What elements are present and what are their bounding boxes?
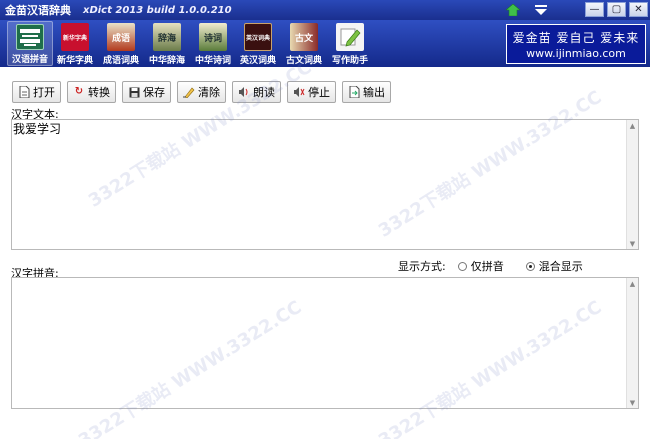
pinyin-scrollbar[interactable]: ▲ ▼ — [626, 278, 638, 408]
nav-item-cihai[interactable]: 辞海 中华辞海 — [144, 21, 190, 66]
open-button[interactable]: 打开 — [12, 81, 61, 103]
brand-url: www.ijinmiao.com — [526, 47, 626, 60]
open-icon — [18, 86, 30, 98]
nav-label: 中华诗词 — [194, 56, 231, 66]
xinhua-dictionary-icon: 新华字典 — [61, 23, 89, 51]
nav-label: 新华字典 — [56, 56, 93, 66]
nav-label: 成语词典 — [102, 56, 139, 66]
speak-label: 朗读 — [253, 86, 275, 99]
close-button[interactable]: ✕ — [629, 2, 648, 17]
title-bar: 金苗汉语辞典 xDict 2013 build 1.0.0.210 — ▢ ✕ — [0, 0, 650, 20]
convert-icon: ↻ — [74, 86, 84, 97]
minimize-icon: — — [589, 3, 600, 15]
export-icon — [348, 86, 360, 98]
stop-label: 停止 — [308, 86, 330, 99]
nav-item-classical[interactable]: 古文 古文词典 — [281, 21, 327, 66]
nav-label: 英汉词典 — [239, 56, 276, 66]
maximize-button[interactable]: ▢ — [607, 2, 626, 17]
menu-dropdown-icon[interactable] — [533, 3, 549, 17]
clear-icon — [183, 86, 195, 98]
classical-dictionary-icon: 古文 — [290, 23, 318, 51]
export-label: 输出 — [363, 86, 385, 99]
clear-button[interactable]: 清除 — [177, 81, 226, 103]
nav-item-poetry[interactable]: 诗词 中华诗词 — [190, 21, 236, 66]
radio-label: 混合显示 — [538, 260, 583, 273]
home-icon[interactable] — [505, 3, 521, 17]
radio-label: 仅拼音 — [470, 260, 504, 273]
radio-checked-icon — [525, 261, 535, 271]
nav-item-idiom[interactable]: 成语 成语词典 — [98, 21, 144, 66]
chinese-text-value: 我爱学习 — [13, 122, 62, 136]
save-icon — [128, 86, 140, 98]
clear-label: 清除 — [198, 86, 220, 99]
writing-assistant-icon — [336, 23, 364, 51]
poetry-icon: 诗词 — [199, 23, 227, 51]
maximize-icon: ▢ — [611, 3, 622, 15]
nav-item-xinhua[interactable]: 新华字典 新华字典 — [52, 21, 98, 66]
display-mode-label: 显示方式: — [398, 260, 446, 273]
nav-item-writing[interactable]: 写作助手 — [327, 21, 373, 66]
nav-label: 古文词典 — [285, 56, 322, 66]
app-title: 金苗汉语辞典 — [5, 4, 71, 17]
nav-label: 中华辞海 — [148, 56, 185, 66]
text-scrollbar[interactable]: ▲ ▼ — [626, 120, 638, 249]
nav-item-english[interactable]: 英汉词典 英汉词典 — [235, 21, 281, 66]
radio-unchecked-icon — [457, 261, 467, 271]
radio-mixed[interactable]: 混合显示 — [525, 258, 583, 274]
radio-pinyin-only[interactable]: 仅拼音 — [457, 258, 504, 274]
brand-slogan: 爱金苗 爱自己 爱未来 — [512, 31, 640, 45]
pinyin-icon — [16, 24, 44, 50]
save-label: 保存 — [143, 86, 165, 99]
scroll-down-icon[interactable]: ▼ — [627, 397, 638, 408]
nav-label: 汉语拼音 — [11, 55, 48, 65]
stop-button[interactable]: 停止 — [287, 81, 336, 103]
nav-item-pinyin[interactable]: 汉语拼音 — [7, 21, 53, 66]
save-button[interactable]: 保存 — [122, 81, 171, 103]
convert-label: 转换 — [88, 86, 110, 99]
minimize-button[interactable]: — — [585, 2, 604, 17]
cihai-icon: 辞海 — [153, 23, 181, 51]
build-info: xDict 2013 build 1.0.0.210 — [83, 4, 232, 16]
chinese-text-input[interactable]: 我爱学习 ▲ ▼ — [11, 119, 639, 250]
convert-button[interactable]: ↻ 转换 — [67, 81, 116, 103]
idiom-dictionary-icon: 成语 — [107, 23, 135, 51]
scroll-up-icon[interactable]: ▲ — [627, 278, 638, 289]
nav-label: 写作助手 — [331, 56, 368, 66]
speak-icon — [238, 86, 250, 98]
action-toolbar: 打开 ↻ 转换 保存 清除 朗读 停止 输出 — [12, 81, 391, 103]
brand-banner[interactable]: 爱金苗 爱自己 爱未来 www.ijinmiao.com — [506, 24, 646, 64]
export-button[interactable]: 输出 — [342, 81, 391, 103]
scroll-up-icon[interactable]: ▲ — [627, 120, 638, 131]
speak-button[interactable]: 朗读 — [232, 81, 281, 103]
close-icon: ✕ — [634, 3, 643, 15]
scroll-down-icon[interactable]: ▼ — [627, 238, 638, 249]
stop-icon — [293, 86, 305, 98]
open-label: 打开 — [33, 86, 55, 99]
english-dictionary-icon: 英汉词典 — [244, 23, 272, 51]
display-mode-group: 显示方式: 仅拼音 混合显示 — [398, 258, 583, 274]
pinyin-output[interactable]: ▲ ▼ — [11, 277, 639, 409]
